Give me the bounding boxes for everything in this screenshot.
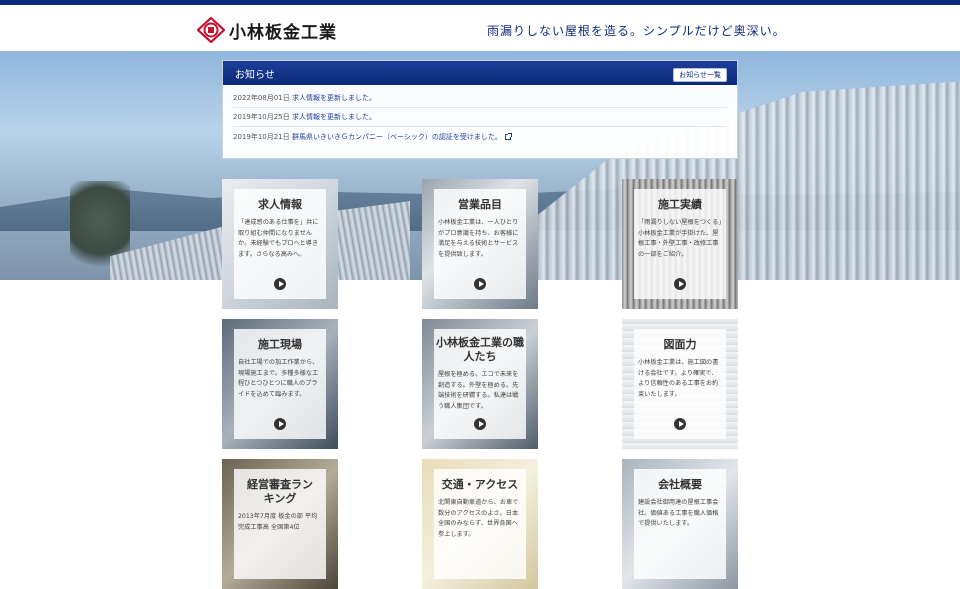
play-circle-icon — [474, 418, 486, 430]
card-business[interactable]: 営業品目 小林板金工業は、一人ひとりがプロ意識を持ち、お客様に満足を与える技術と… — [422, 179, 538, 309]
card-title: 施工実績 — [658, 198, 702, 211]
card-access[interactable]: 交通・アクセス 北関東自動車道から、お車で数分のアクセスのよさ。日本全国のみなら… — [422, 459, 538, 589]
card-ranking[interactable]: 経営審査ランキング 2013年7月度 板金の部 平均完成工事高 全国第4位 — [222, 459, 338, 589]
notice-header: お知らせ お知らせ一覧 — [223, 61, 737, 85]
card-title: 交通・アクセス — [441, 478, 519, 491]
notice-item: 2019年10月25日 求人情報を更新しました。 — [233, 108, 727, 127]
card-title: 会社概要 — [658, 478, 702, 491]
notice-more-button[interactable]: お知らせ一覧 — [673, 68, 727, 82]
tagline: 雨漏りしない屋根を造る。シンプルだけど奥深い。 — [487, 24, 786, 38]
card-text: 建設会社御用達の屋根工事会社。価値ある工事を職人価格で提供いたします。 — [638, 499, 719, 527]
card-text: 「達成感のある仕事を」共に取り組む仲間になりませんか。未経験でもプロへと導きます… — [238, 219, 319, 258]
notice-date: 2019年10月21日 — [233, 132, 290, 141]
play-circle-icon — [674, 418, 686, 430]
notice-item: 2022年08月01日 求人情報を更新しました。 — [233, 89, 727, 108]
play-circle-icon — [274, 418, 286, 430]
card-text: 屋根を極める。エコで未来を創造する。外壁を極める。先端技術を研鑽する。私達は戦う… — [438, 371, 519, 410]
card-title: 図面力 — [663, 338, 697, 351]
notice-link[interactable]: 求人情報を更新しました。 — [292, 112, 376, 122]
notice-date: 2022年08月01日 — [233, 94, 290, 102]
play-circle-icon — [474, 278, 486, 290]
card-works[interactable]: 施工実績 「雨漏りしない屋根をつくる」小林板金工業が手掛けた、屋根工事・外壁工事… — [622, 179, 738, 309]
notice-panel: お知らせ お知らせ一覧 2022年08月01日 求人情報を更新しました。 201… — [222, 60, 738, 159]
card-text: 北関東自動車道から、お車で数分のアクセスのよさ。日本全国のみならず、世界各国へ参… — [438, 499, 519, 538]
card-title: 営業品目 — [458, 198, 502, 211]
card-text: 小林板金工業は、一人ひとりがプロ意識を持ち、お客様に満足を与える技術とサービスを… — [438, 219, 519, 258]
play-circle-icon — [274, 278, 286, 290]
notice-link[interactable]: 群馬県いきいきＧカンパニー（ベーシック）の認証を受けました。 — [292, 132, 502, 142]
kobayashi-seal-icon — [196, 16, 226, 44]
card-site[interactable]: 施工現場 自社工場での加工作業から、現場施工まで。多種多様な工程ひとつひとつに職… — [222, 319, 338, 449]
card-text: 小林板金工業は、施工図の書ける会社です。より確実で、より信頼性のある工事をお約束… — [638, 359, 719, 398]
card-title: 求人情報 — [258, 198, 302, 211]
notice-title: お知らせ — [235, 69, 275, 81]
card-recruit[interactable]: 求人情報 「達成感のある仕事を」共に取り組む仲間になりませんか。未経験でもプロへ… — [222, 179, 338, 309]
play-circle-icon — [674, 278, 686, 290]
external-link-icon — [504, 132, 512, 140]
card-title: 経営審査ランキング — [247, 478, 313, 505]
notice-link[interactable]: 求人情報を更新しました。 — [292, 93, 376, 103]
site-header: 小林板金工業 雨漏りしない屋根を造る。シンプルだけど奥深い。 — [0, 5, 960, 51]
site-logo[interactable]: 小林板金工業 — [196, 16, 337, 44]
card-text: 自社工場での加工作業から、現場施工まで。多種多様な工程ひとつひとつに職人のプライ… — [238, 359, 319, 398]
card-craftsmen[interactable]: 小林板金工業の職人たち 屋根を極める。エコで未来を創造する。外壁を極める。先端技… — [422, 319, 538, 449]
notice-date: 2019年10月25日 — [233, 113, 290, 121]
card-text: 「雨漏りしない屋根をつくる」小林板金工業が手掛けた、屋根工事・外壁工事・改修工事… — [638, 219, 722, 258]
card-company[interactable]: 会社概要 建設会社御用達の屋根工事会社。価値ある工事を職人価格で提供いたします。 — [622, 459, 738, 589]
notice-item: 2019年10月21日 群馬県いきいきＧカンパニー（ベーシック）の認証を受けまし… — [233, 127, 727, 146]
card-drawing[interactable]: 図面力 小林板金工業は、施工図の書ける会社です。より確実で、より信頼性のある工事… — [622, 319, 738, 449]
card-text: 2013年7月度 板金の部 平均完成工事高 全国第4位 — [238, 513, 318, 531]
logo-text: 小林板金工業 — [229, 22, 337, 43]
card-title: 施工現場 — [258, 338, 302, 351]
card-title: 小林板金工業の職人たち — [436, 336, 524, 363]
notice-list: 2022年08月01日 求人情報を更新しました。 2019年10月25日 求人情… — [223, 85, 737, 146]
